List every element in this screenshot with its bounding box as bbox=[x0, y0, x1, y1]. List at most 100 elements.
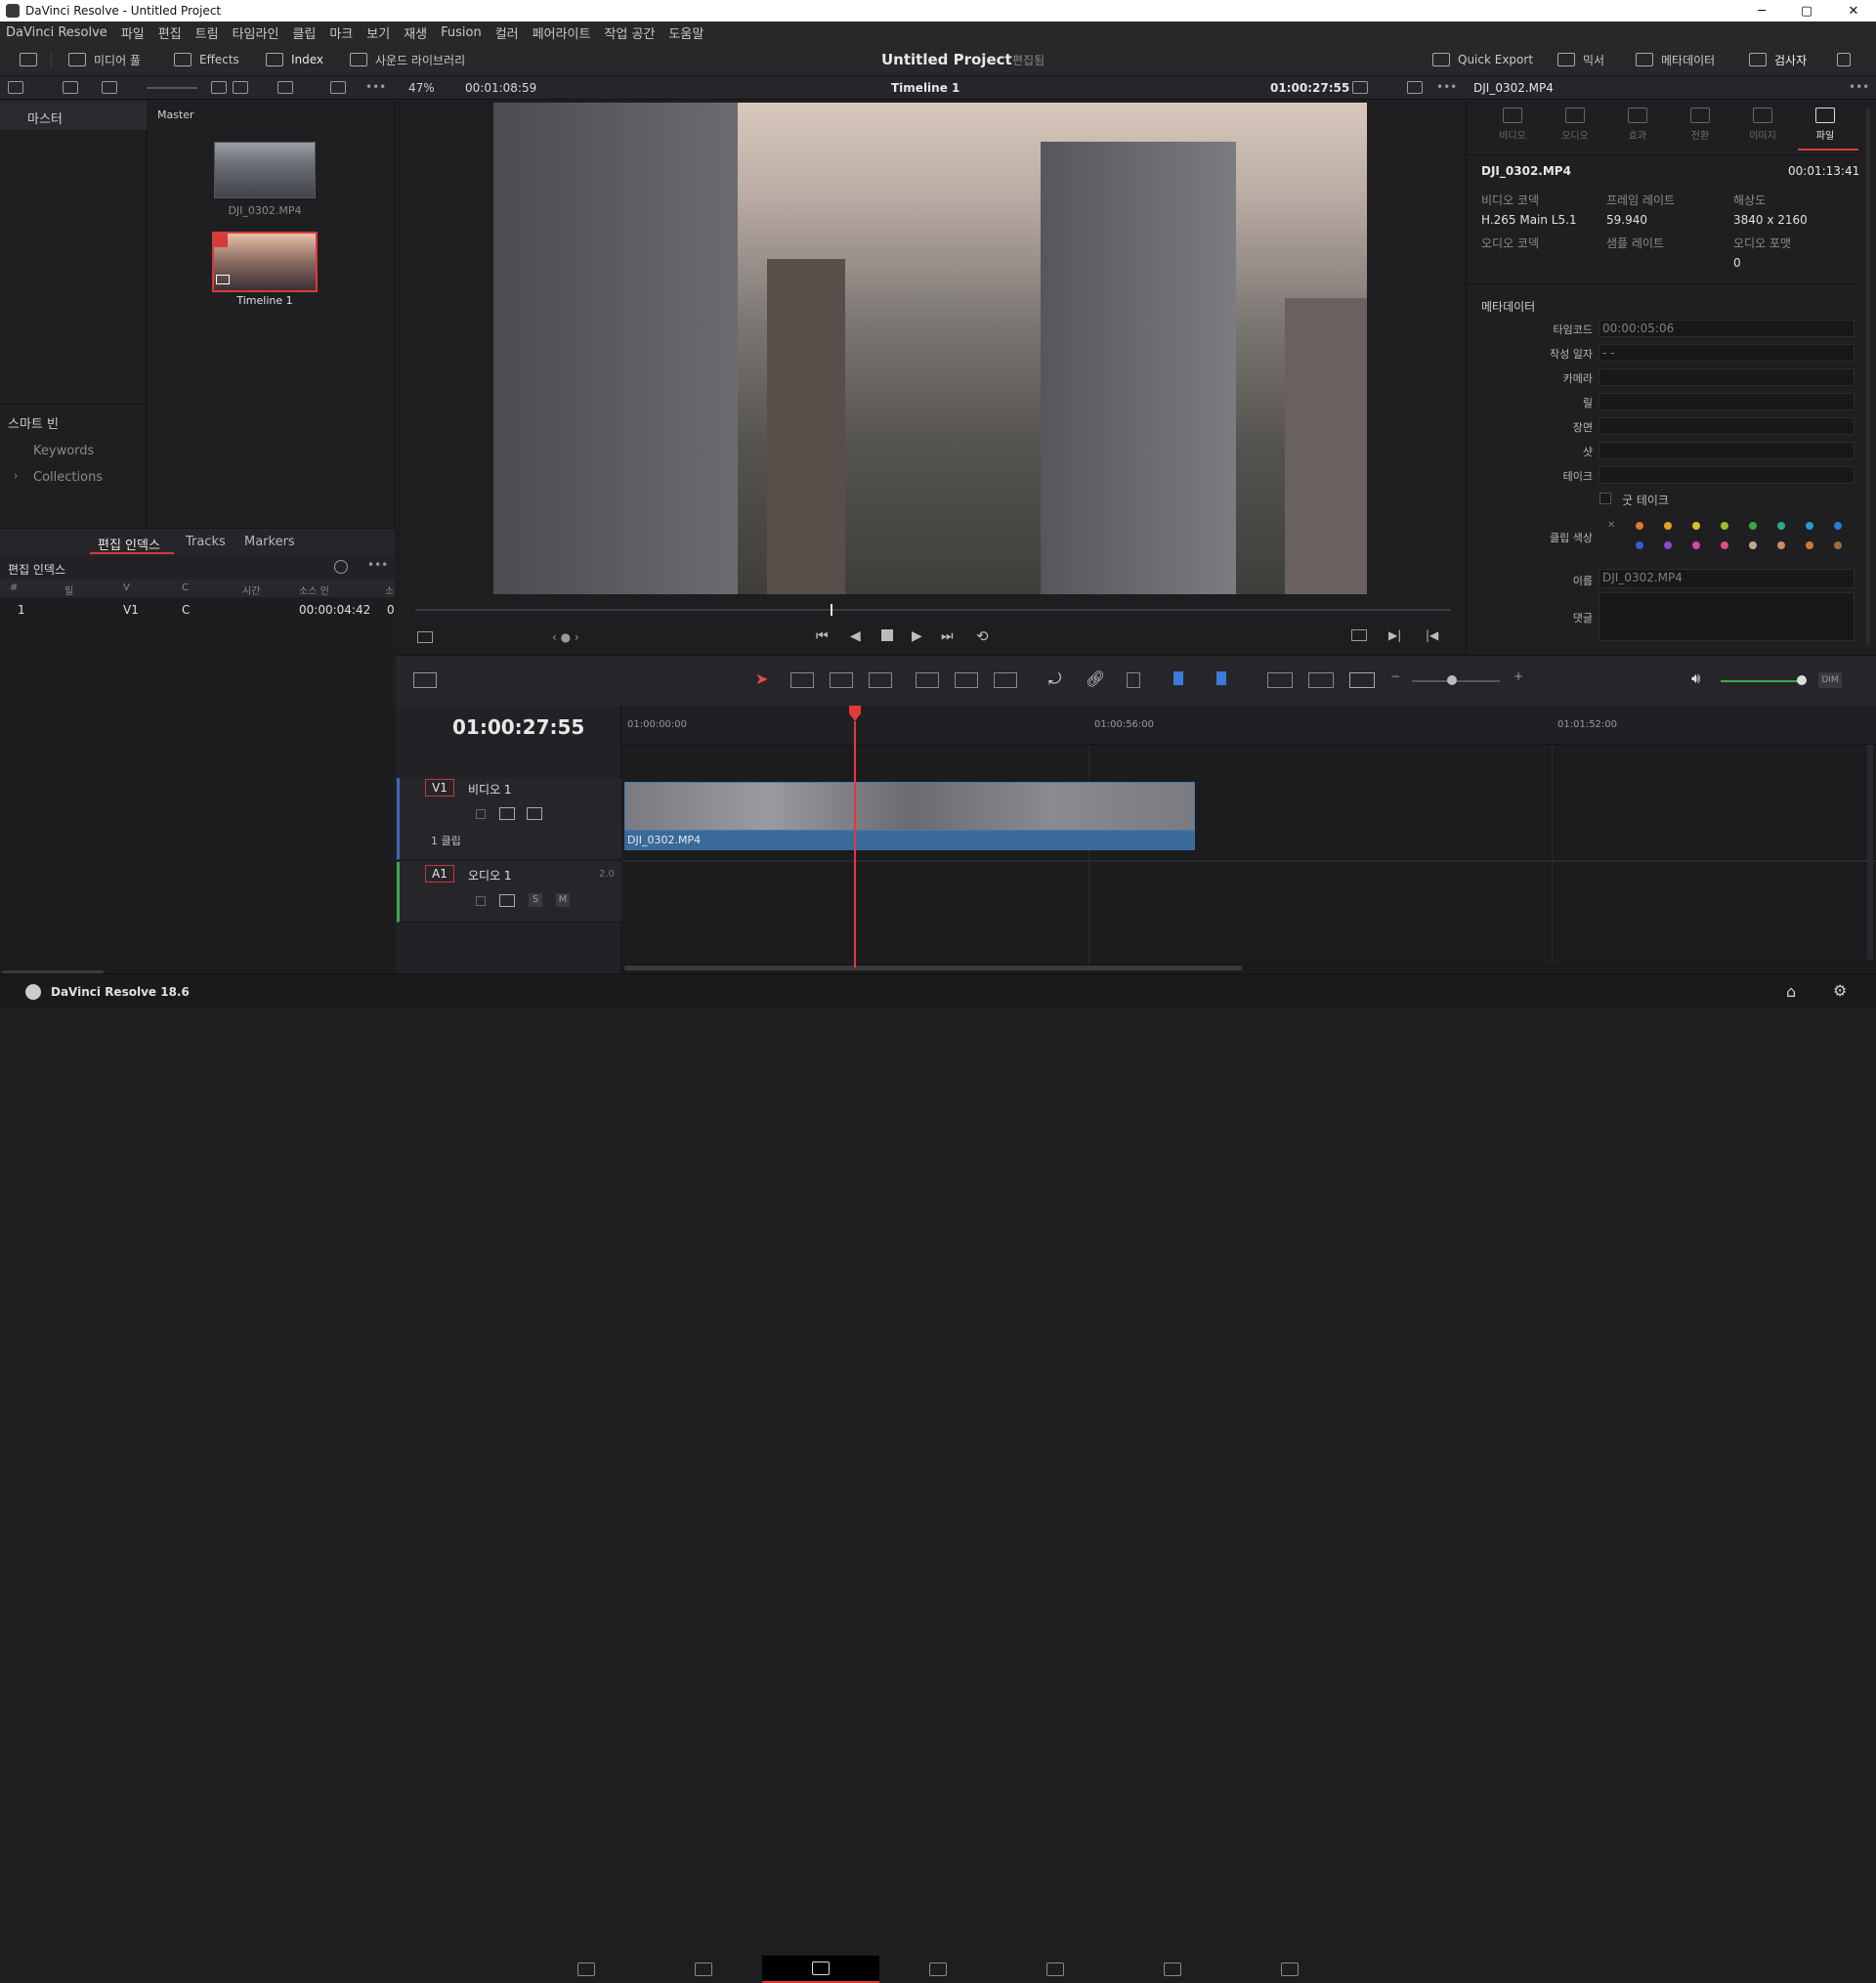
monitor-icon[interactable] bbox=[20, 49, 37, 70]
zoom-slider-handle[interactable] bbox=[1447, 675, 1457, 685]
zoom-in-icon[interactable]: + bbox=[1514, 669, 1523, 683]
v1-track-name[interactable]: 비디오 1 bbox=[468, 781, 512, 798]
menu-edit[interactable]: 편집 bbox=[158, 23, 182, 42]
marker-icon[interactable] bbox=[1216, 671, 1226, 685]
color-tools-icon[interactable] bbox=[1407, 81, 1423, 94]
good-take-checkbox[interactable] bbox=[1599, 493, 1611, 504]
metadata-field-reel[interactable] bbox=[1599, 393, 1855, 410]
menu-help[interactable]: 도움말 bbox=[668, 23, 704, 42]
inspector-tab-transition[interactable]: 전환 bbox=[1671, 108, 1729, 142]
more-options-icon[interactable]: ••• bbox=[365, 80, 386, 94]
inspector-tab-video[interactable]: 비디오 bbox=[1483, 108, 1542, 142]
minimize-button[interactable]: ─ bbox=[1739, 0, 1784, 22]
search-icon[interactable] bbox=[277, 81, 293, 94]
inspector-options-icon[interactable]: ••• bbox=[1849, 80, 1869, 94]
clip-color-swatch[interactable] bbox=[1806, 541, 1813, 549]
panel-layout-icon[interactable] bbox=[8, 81, 23, 94]
thumb-size-slider[interactable] bbox=[147, 87, 197, 89]
zoom-out-icon[interactable]: − bbox=[1390, 669, 1400, 683]
snapping-icon[interactable]: ⤾ bbox=[1048, 669, 1061, 689]
volume-slider-handle[interactable] bbox=[1797, 675, 1807, 685]
metadata-button[interactable]: 메타데이터 bbox=[1636, 49, 1715, 70]
next-edit-icon[interactable]: ▶| bbox=[1388, 628, 1401, 642]
metadata-field-camera[interactable] bbox=[1599, 368, 1855, 386]
smart-bin-collections[interactable]: Collections bbox=[33, 470, 103, 485]
v1-track-tag[interactable]: V1 bbox=[425, 779, 454, 797]
timeline-ruler[interactable] bbox=[622, 706, 1876, 745]
stop-icon[interactable] bbox=[881, 629, 893, 641]
comments-field[interactable] bbox=[1599, 592, 1855, 641]
volume-icon[interactable]: 🔊︎ bbox=[1691, 669, 1700, 687]
menu-mark[interactable]: 마크 bbox=[329, 23, 353, 42]
clip-color-swatch[interactable] bbox=[1692, 522, 1700, 530]
metadata-field-take[interactable] bbox=[1599, 466, 1855, 484]
master-bin[interactable]: 마스터 bbox=[27, 108, 63, 127]
menu-playback[interactable]: 재생 bbox=[404, 23, 427, 42]
clip-color-swatch[interactable] bbox=[1834, 522, 1842, 530]
viewer-frame-icon[interactable] bbox=[417, 631, 433, 643]
video-clip-label-bar[interactable]: DJI_0302.MP4 bbox=[624, 831, 1195, 850]
trim-tool-icon[interactable] bbox=[790, 672, 814, 688]
menu-davinci[interactable]: DaVinci Resolve bbox=[6, 25, 107, 40]
a1-solo-button[interactable]: S bbox=[529, 893, 542, 907]
page-deliver[interactable] bbox=[1231, 1956, 1348, 1983]
clip-thumbnail-dji0302[interactable] bbox=[214, 142, 316, 198]
search-icon[interactable] bbox=[334, 560, 348, 574]
a1-lock-icon[interactable] bbox=[476, 896, 486, 906]
inspector-scrollbar[interactable] bbox=[1866, 108, 1870, 645]
scrub-bar[interactable] bbox=[415, 609, 1451, 611]
clip-color-swatch[interactable] bbox=[1664, 522, 1672, 530]
clip-color-swatch[interactable] bbox=[1692, 541, 1700, 549]
clip-color-swatch[interactable] bbox=[1636, 522, 1643, 530]
sound-library-button[interactable]: 사운드 라이브러리 bbox=[350, 49, 465, 70]
viewer-options-icon[interactable]: ••• bbox=[1436, 80, 1457, 94]
menu-color[interactable]: 컬러 bbox=[495, 23, 519, 42]
home-icon[interactable]: ⌂ bbox=[1786, 982, 1796, 1001]
volume-slider[interactable] bbox=[1721, 680, 1801, 682]
mixer-button[interactable]: 믹서 bbox=[1557, 49, 1604, 70]
overwrite-clip-icon[interactable] bbox=[955, 672, 978, 688]
filter-icon[interactable] bbox=[102, 81, 117, 94]
page-fusion[interactable] bbox=[879, 1956, 997, 1983]
menu-workspace[interactable]: 작업 공간 bbox=[604, 23, 655, 42]
timeline-view-icon[interactable] bbox=[413, 672, 437, 688]
menu-view[interactable]: 보기 bbox=[366, 23, 390, 42]
link-icon[interactable] bbox=[63, 81, 78, 94]
play-reverse-icon[interactable]: ◀ bbox=[850, 628, 861, 644]
go-to-start-icon[interactable]: ⏮ bbox=[816, 628, 829, 644]
menu-clip[interactable]: 클립 bbox=[292, 23, 316, 42]
go-to-end-icon[interactable]: ⏭ bbox=[941, 628, 954, 644]
clip-color-swatch[interactable] bbox=[1664, 541, 1672, 549]
clip-color-swatch[interactable] bbox=[1721, 541, 1728, 549]
menu-file[interactable]: 파일 bbox=[121, 23, 145, 42]
media-pool-button[interactable]: 미디어 풀 bbox=[68, 49, 141, 70]
metadata-field-scene[interactable] bbox=[1599, 417, 1855, 435]
clip-color-swatch[interactable] bbox=[1777, 522, 1785, 530]
timeline-vscroll[interactable] bbox=[1867, 745, 1873, 960]
inspector-tab-effects[interactable]: 효과 bbox=[1608, 108, 1667, 142]
blade-tool-icon[interactable] bbox=[869, 672, 892, 688]
video-clip[interactable] bbox=[624, 782, 1195, 831]
inspector-tab-file[interactable]: 파일 bbox=[1796, 108, 1855, 142]
index-button[interactable]: Index bbox=[266, 49, 323, 70]
clip-color-swatch[interactable] bbox=[1834, 541, 1842, 549]
settings-gear-icon[interactable]: ⚙ bbox=[1833, 981, 1847, 1000]
quick-export-button[interactable]: Quick Export bbox=[1432, 49, 1533, 70]
page-cut[interactable] bbox=[645, 1956, 762, 1983]
collections-expand-icon[interactable]: › bbox=[14, 469, 18, 482]
page-edit[interactable] bbox=[762, 1956, 879, 1983]
viewer-mode-icon[interactable] bbox=[1352, 81, 1368, 94]
name-field[interactable]: DJI_0302.MP4 bbox=[1599, 569, 1855, 588]
zoom-detail-icon[interactable] bbox=[1308, 672, 1334, 688]
a1-auto-select-icon[interactable] bbox=[499, 894, 515, 907]
clip-color-swatch[interactable] bbox=[1777, 541, 1785, 549]
a1-track-tag[interactable]: A1 bbox=[425, 865, 454, 883]
page-color[interactable] bbox=[997, 1956, 1114, 1983]
menu-fairlight[interactable]: 페어라이트 bbox=[533, 23, 591, 42]
metadata-field-shot[interactable] bbox=[1599, 442, 1855, 459]
inspector-tab-image[interactable]: 이미지 bbox=[1733, 108, 1792, 142]
page-media[interactable] bbox=[528, 1956, 645, 1983]
timeline-thumbnail[interactable] bbox=[212, 232, 318, 292]
timeline-playhead[interactable] bbox=[849, 706, 861, 968]
more-options-icon[interactable]: ••• bbox=[367, 558, 388, 572]
